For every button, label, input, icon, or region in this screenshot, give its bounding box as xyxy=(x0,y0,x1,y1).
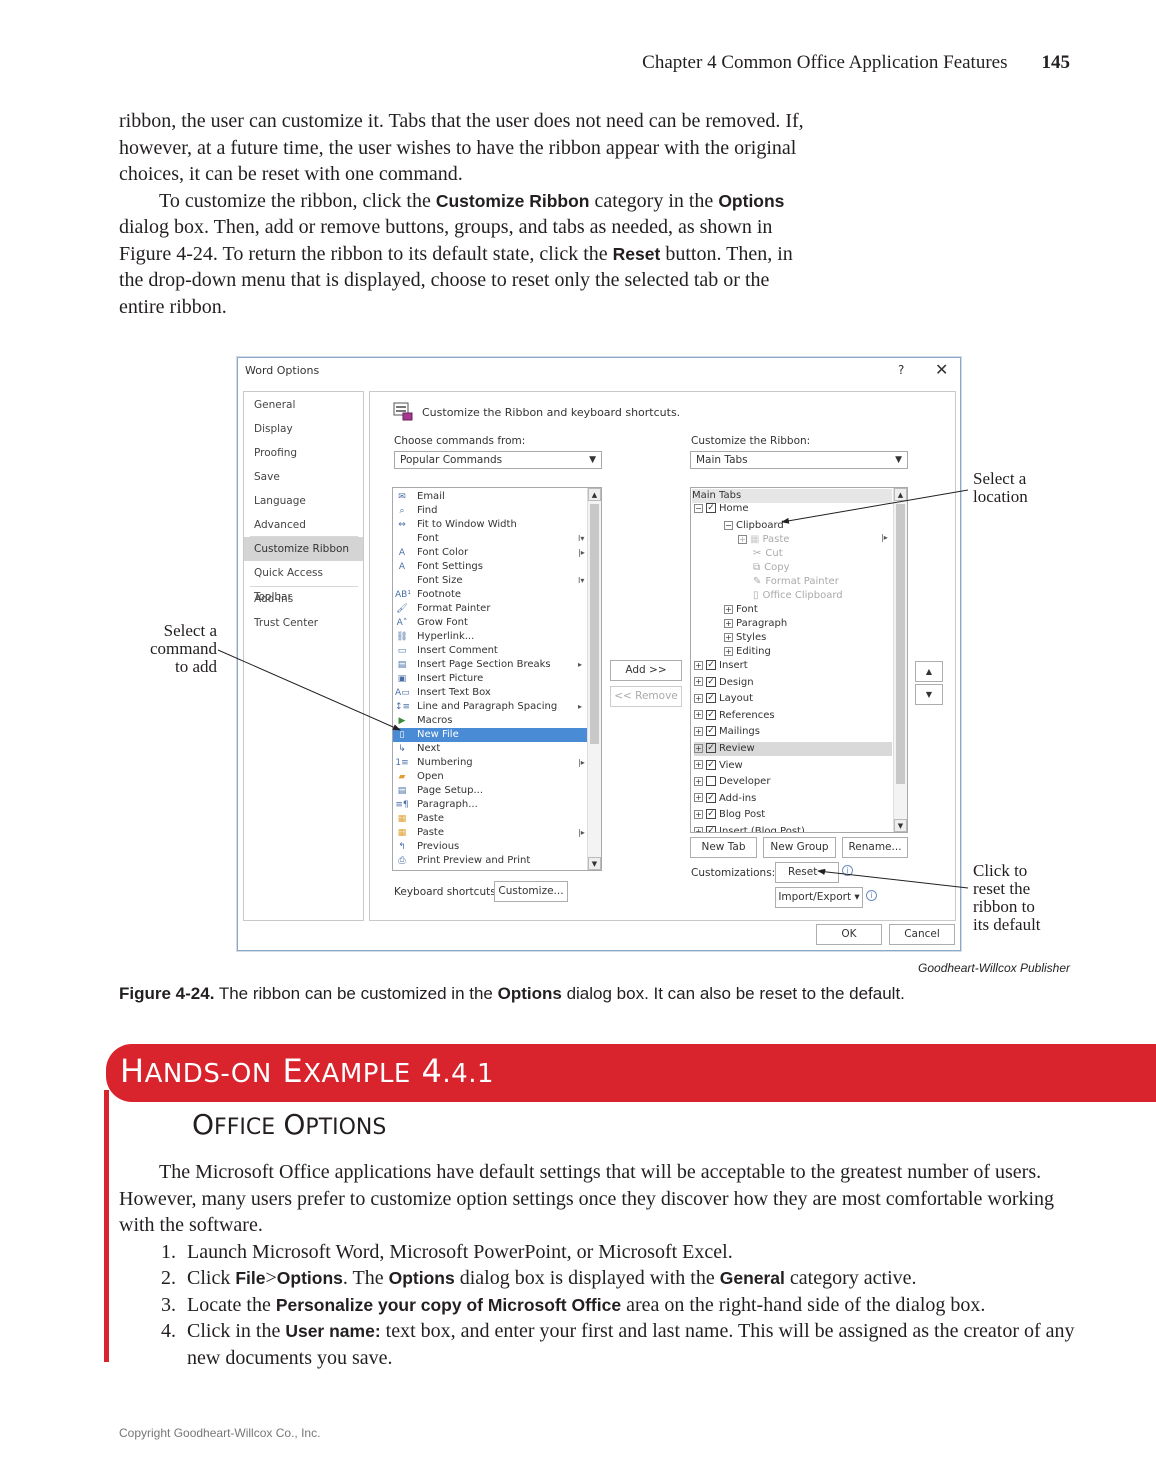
small-caps-letters: FFICE xyxy=(214,1115,276,1140)
banner-title: HANDS-ON EXAMPLE 4.4.1 xyxy=(120,1052,494,1090)
text-run: The ribbon can be customized in the xyxy=(214,984,498,1003)
figure-label: Figure 4-24. xyxy=(119,984,215,1003)
figure-caption: Figure 4-24. The ribbon can be customize… xyxy=(119,984,905,1004)
step-1: Launch Microsoft Word, Microsoft PowerPo… xyxy=(181,1239,1079,1266)
bold-term: Options xyxy=(388,1268,455,1288)
callout-select-location: Select a location xyxy=(973,469,1028,506)
text-run: > xyxy=(265,1267,277,1289)
small-caps-letters: ANDS-ON xyxy=(144,1059,272,1089)
initial-letter: O xyxy=(192,1108,215,1141)
initial-letter: E xyxy=(282,1052,304,1090)
subhead-text: OFFICE OPTIONS xyxy=(192,1108,387,1141)
bold-term: Options xyxy=(497,984,562,1003)
text-run: dialog box is displayed with the xyxy=(454,1267,720,1289)
text-run: Locate the xyxy=(187,1293,276,1316)
callout-reset: Click to reset the ribbon to its default xyxy=(973,861,1041,934)
callout-select-command: Select a command to add xyxy=(149,621,217,676)
small-caps-letters: .4.1 xyxy=(442,1059,495,1089)
hands-on-intro: The Microsoft Office applications have d… xyxy=(119,1161,1055,1236)
copyright: Copyright Goodheart-Willcox Co., Inc. xyxy=(119,1426,321,1440)
command-arrow xyxy=(217,649,401,731)
image-credit: Goodheart-Willcox Publisher xyxy=(918,961,1070,975)
location-arrow xyxy=(781,489,969,524)
small-caps-letters: PTIONS xyxy=(305,1115,387,1140)
hands-on-body: The Microsoft Office applications have d… xyxy=(119,1159,1079,1371)
reset-arrow xyxy=(817,868,969,889)
step-4: Click in the User name: text box, and en… xyxy=(181,1318,1079,1371)
text-run: Click xyxy=(187,1267,236,1289)
section-subhead: OFFICE OPTIONS xyxy=(192,1108,386,1141)
text-run: Click in the xyxy=(187,1320,286,1342)
small-caps-letters: XAMPLE xyxy=(303,1059,411,1089)
initial-letter: O xyxy=(283,1108,306,1141)
text-run: area on the right-hand side of the dialo… xyxy=(621,1293,986,1316)
steps-list: Launch Microsoft Word, Microsoft PowerPo… xyxy=(119,1239,1079,1372)
step-3: Locate the Personalize your copy of Micr… xyxy=(181,1292,1079,1319)
text-run: Launch Microsoft Word, Microsoft PowerPo… xyxy=(187,1240,733,1263)
bold-term: Personalize your copy of Microsoft Offic… xyxy=(275,1294,622,1315)
text-run: dialog box. It can also be reset to the … xyxy=(561,984,905,1003)
step-2: Click File>Options. The Options dialog b… xyxy=(181,1265,1079,1292)
bold-term: User name: xyxy=(285,1321,381,1341)
text-run: category active. xyxy=(784,1267,917,1289)
bold-term: Options xyxy=(276,1268,343,1288)
initial-letter: 4 xyxy=(421,1052,443,1090)
text-run: . The xyxy=(342,1267,389,1289)
bold-term: General xyxy=(719,1268,785,1288)
initial-letter: H xyxy=(120,1052,145,1090)
section-side-bar xyxy=(104,1090,109,1362)
bold-term: File xyxy=(235,1268,266,1288)
banner-title-text: HANDS-ON EXAMPLE 4.4.1 xyxy=(120,1052,494,1090)
